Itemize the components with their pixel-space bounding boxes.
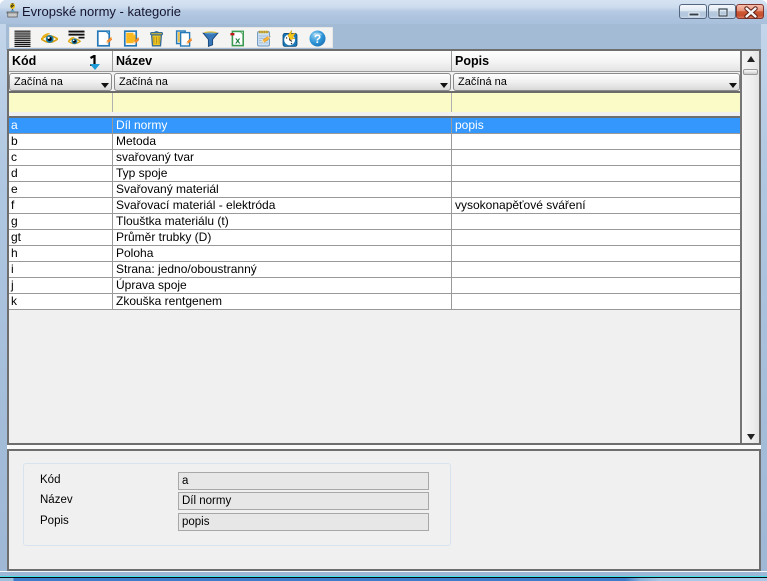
svg-text:x: x bbox=[235, 36, 241, 47]
svg-text:?: ? bbox=[314, 32, 321, 46]
